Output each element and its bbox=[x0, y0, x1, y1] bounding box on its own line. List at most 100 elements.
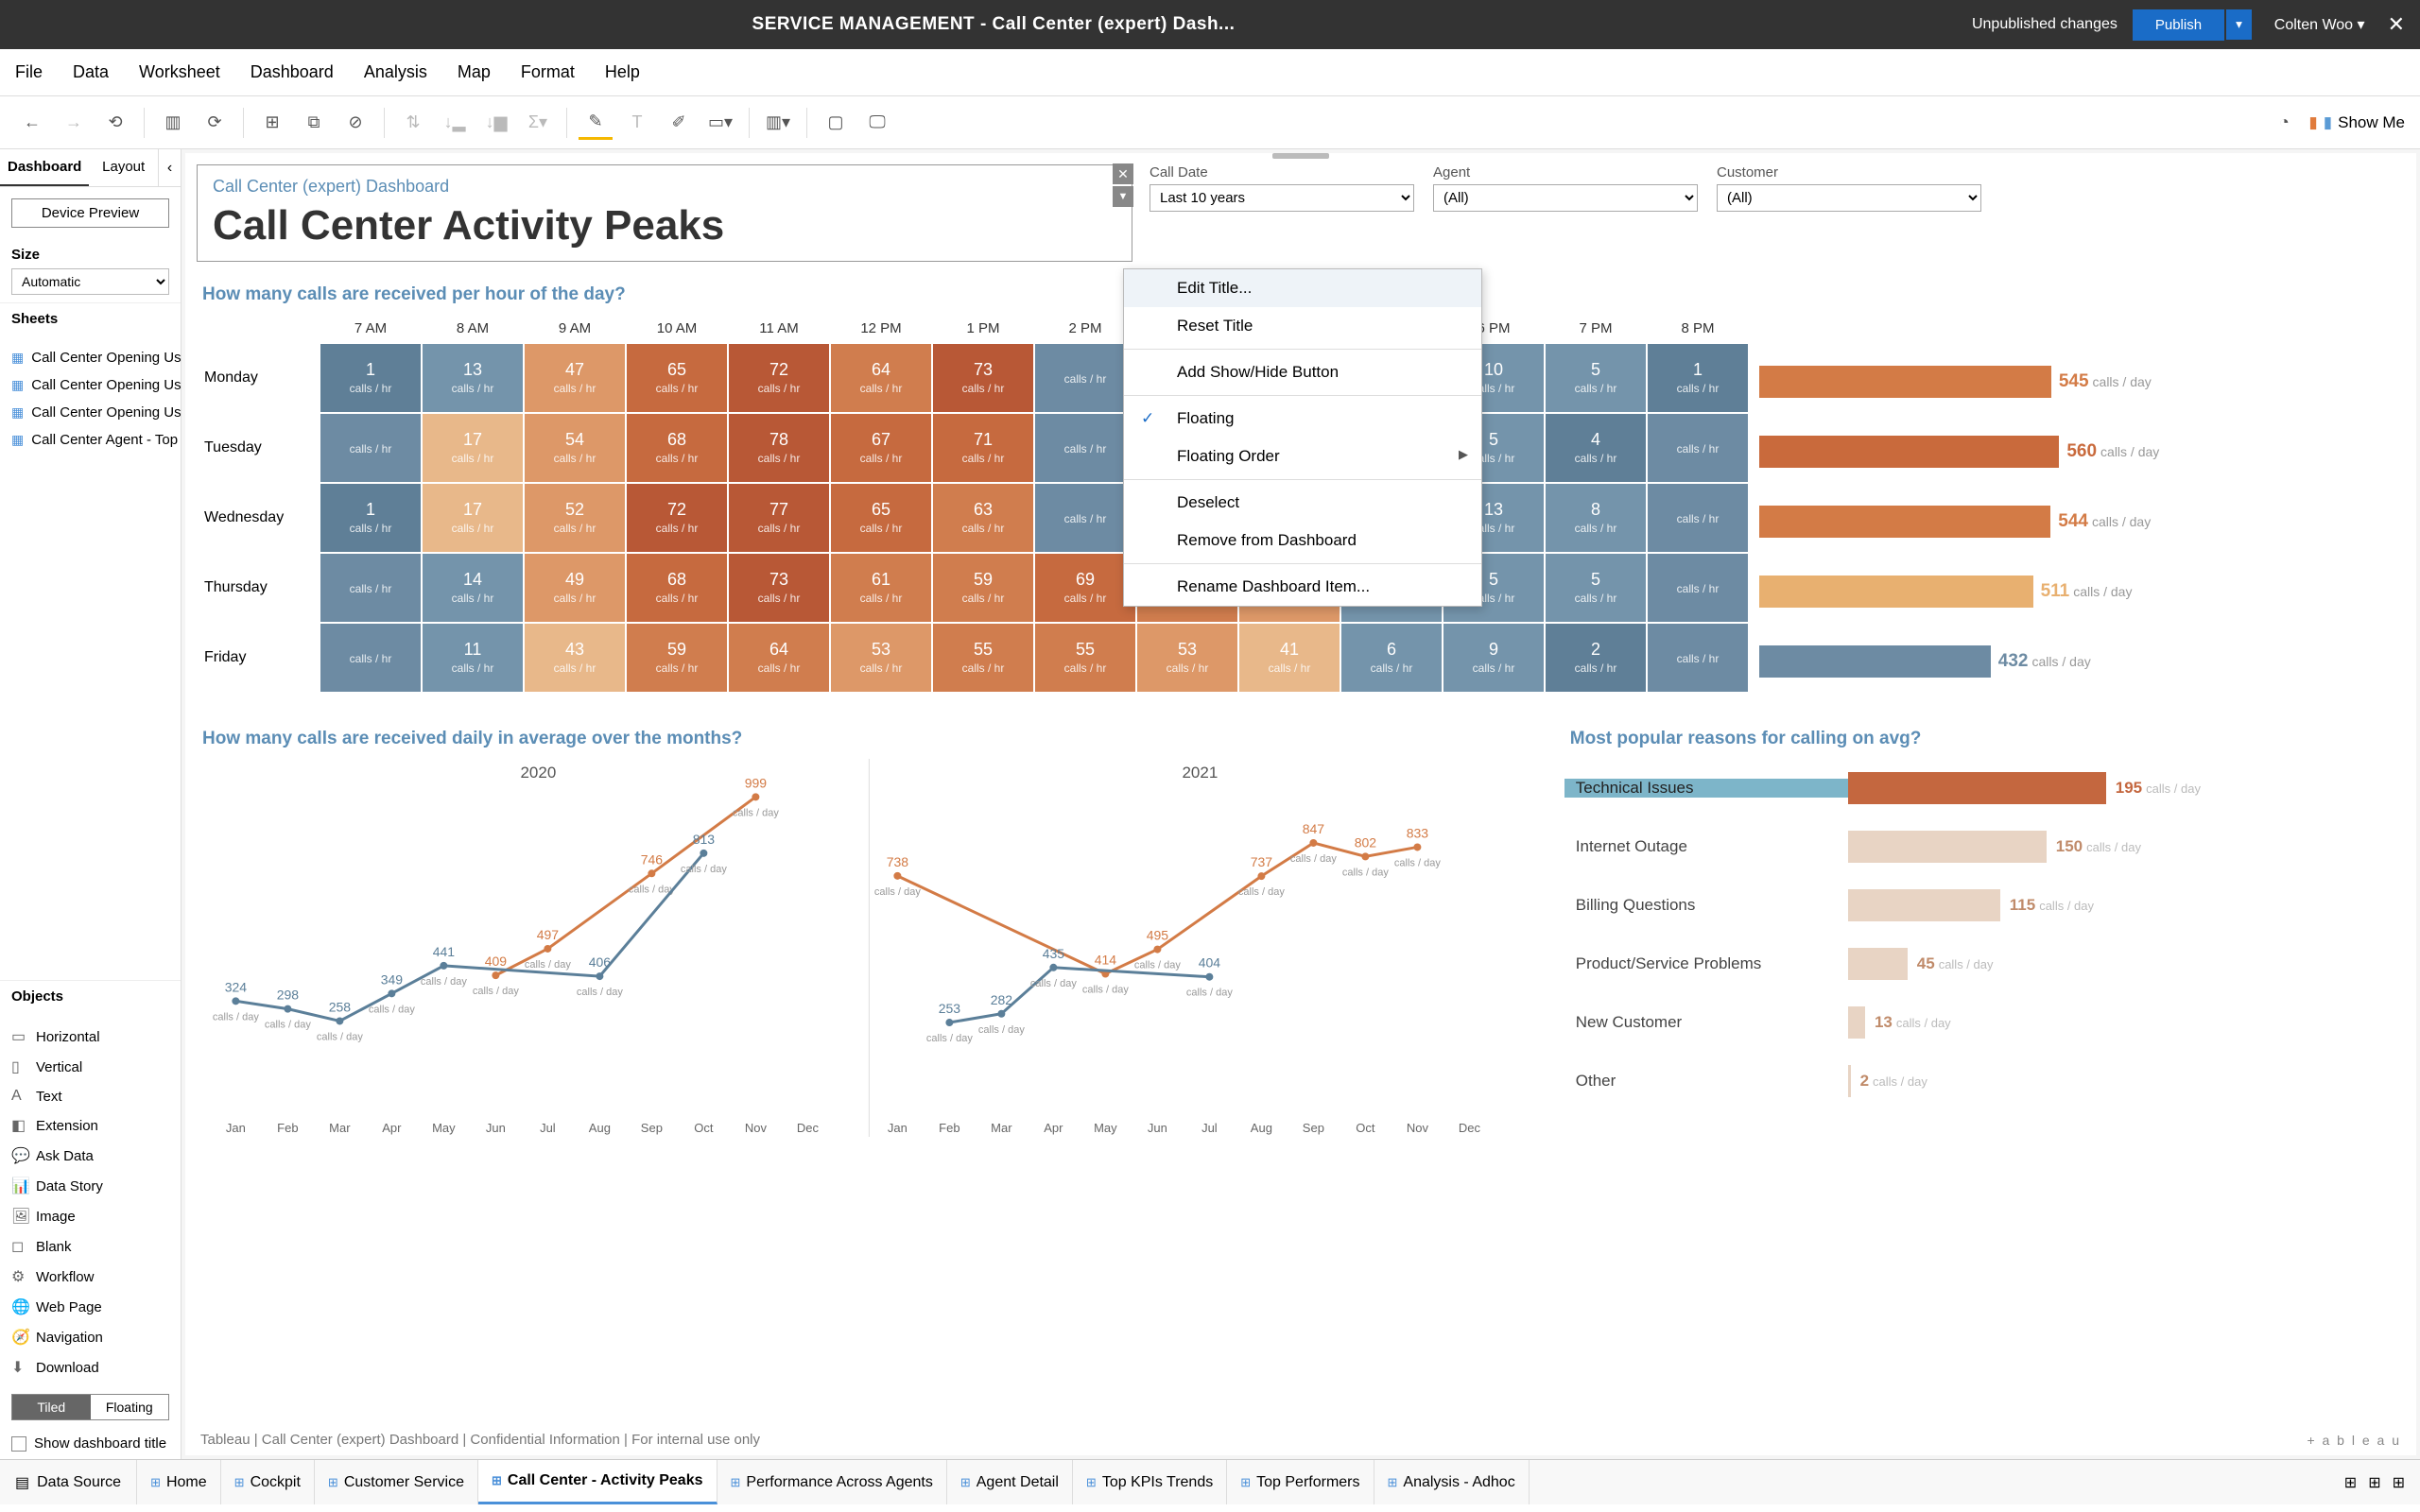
show-title-checkbox[interactable]: Show dashboard title bbox=[0, 1428, 181, 1459]
device-preview-button[interactable]: Device Preview bbox=[11, 198, 169, 228]
menu-item[interactable]: Deselect bbox=[1124, 484, 1481, 522]
cards-icon[interactable]: ▥▾ bbox=[761, 106, 795, 140]
publish-dropdown[interactable]: ▾ bbox=[2226, 9, 2252, 40]
menu-item[interactable]: Reset Title bbox=[1124, 307, 1481, 345]
clear-icon[interactable]: ⊘ bbox=[338, 106, 372, 140]
object-item[interactable]: 🧭Navigation bbox=[0, 1322, 181, 1352]
sort-asc-icon[interactable]: ↓▂ bbox=[438, 106, 472, 140]
svg-text:833: 833 bbox=[1407, 825, 1429, 840]
svg-text:calls / day: calls / day bbox=[978, 1024, 1025, 1036]
sheet-tab[interactable]: ⊞Top Performers bbox=[1227, 1460, 1374, 1504]
sheet-item[interactable]: ▦Call Center Opening Usa... bbox=[0, 371, 181, 399]
svg-text:Jul: Jul bbox=[540, 1121, 556, 1135]
new-data-icon[interactable]: ▥ bbox=[156, 106, 190, 140]
tab-icon: ⊞ bbox=[1086, 1475, 1097, 1490]
object-item[interactable]: 📊Data Story bbox=[0, 1171, 181, 1201]
swap-icon[interactable]: ⇅ bbox=[396, 106, 430, 140]
data-source-tab[interactable]: ▤Data Source bbox=[0, 1460, 137, 1504]
presentation-icon[interactable]: ▢ bbox=[819, 106, 853, 140]
menu-item[interactable]: Edit Title... bbox=[1124, 269, 1481, 307]
floating-button[interactable]: Floating bbox=[91, 1395, 169, 1419]
svg-text:calls / day: calls / day bbox=[926, 1033, 973, 1044]
redo-icon[interactable]: → bbox=[57, 106, 91, 140]
agent-select[interactable]: (All) bbox=[1433, 184, 1698, 212]
new-story-icon[interactable]: ⊞ bbox=[2393, 1473, 2405, 1492]
menu-item[interactable]: Add Show/Hide Button bbox=[1124, 353, 1481, 391]
menu-item[interactable]: Remove from Dashboard bbox=[1124, 522, 1481, 559]
tab-layout[interactable]: Layout bbox=[89, 149, 158, 186]
dropdown-icon[interactable]: ▼ bbox=[1113, 186, 1133, 207]
object-item[interactable]: 🌐Web Page bbox=[0, 1292, 181, 1322]
svg-text:999: 999 bbox=[745, 775, 768, 790]
object-item[interactable]: ▭Horizontal bbox=[0, 1022, 181, 1052]
object-item[interactable]: 🖼Image bbox=[0, 1201, 181, 1231]
object-item[interactable]: ⚙Workflow bbox=[0, 1262, 181, 1292]
title-panel[interactable]: ✕ ▼ Call Center (expert) Dashboard Call … bbox=[197, 164, 1132, 262]
object-item[interactable]: ◻Blank bbox=[0, 1231, 181, 1262]
object-item[interactable]: 💬Ask Data bbox=[0, 1141, 181, 1171]
duplicate-icon[interactable]: ⧉ bbox=[297, 106, 331, 140]
menu-item[interactable]: Rename Dashboard Item... bbox=[1124, 568, 1481, 606]
sheet-tab[interactable]: ⊞Analysis - Adhoc bbox=[1374, 1460, 1530, 1504]
menu-data[interactable]: Data bbox=[73, 62, 109, 82]
object-icon: ▭ bbox=[11, 1027, 28, 1046]
sheet-tab[interactable]: ⊞Customer Service bbox=[315, 1460, 478, 1504]
menu-item[interactable]: Floating Order▶ bbox=[1124, 438, 1481, 475]
user-menu[interactable]: Colten Woo ▾ bbox=[2274, 15, 2365, 34]
toolbar: ← → ⟲ ▥ ⟳ ⊞ ⧉ ⊘ ⇅ ↓▂ ↓▆ Σ▾ ✎ T ✐ ▭▾ ▥▾ ▢… bbox=[0, 96, 2420, 149]
svg-text:May: May bbox=[1094, 1121, 1117, 1135]
sheet-item[interactable]: ▦Call Center Opening Usa... bbox=[0, 344, 181, 371]
publish-button[interactable]: Publish bbox=[2133, 9, 2224, 41]
size-select[interactable]: Automatic bbox=[11, 268, 169, 295]
menu-dashboard[interactable]: Dashboard bbox=[251, 62, 334, 82]
new-sheet-icon[interactable]: ⊞ bbox=[255, 106, 289, 140]
menu-help[interactable]: Help bbox=[605, 62, 640, 82]
sheet-tab[interactable]: ⊞Cockpit bbox=[221, 1460, 315, 1504]
close-icon[interactable]: ✕ bbox=[1113, 163, 1133, 184]
call-date-select[interactable]: Last 10 years bbox=[1150, 184, 1414, 212]
object-item[interactable]: ▯Vertical bbox=[0, 1052, 181, 1082]
sheet-item[interactable]: ▦Call Center Agent - Top a... bbox=[0, 426, 181, 454]
collapse-icon[interactable]: ‹ bbox=[158, 149, 181, 186]
sheet-tab[interactable]: ⊞Call Center - Activity Peaks bbox=[478, 1460, 717, 1504]
highlight-icon[interactable]: ✎ bbox=[579, 106, 613, 140]
sheet-item[interactable]: ▦Call Center Opening Usa... bbox=[0, 399, 181, 426]
svg-text:Feb: Feb bbox=[277, 1121, 298, 1135]
show-me-button[interactable]: ▮▮Show Me bbox=[2308, 113, 2405, 132]
menu-item[interactable]: ✓Floating bbox=[1124, 400, 1481, 438]
tiled-button[interactable]: Tiled bbox=[12, 1395, 91, 1419]
new-tab-icon[interactable]: ⊞ bbox=[2344, 1473, 2357, 1492]
agent-label: Agent bbox=[1433, 164, 1698, 180]
tab-dashboard[interactable]: Dashboard bbox=[0, 149, 89, 186]
drag-handle[interactable] bbox=[1272, 153, 1329, 159]
menu-worksheet[interactable]: Worksheet bbox=[139, 62, 220, 82]
object-item[interactable]: ◧Extension bbox=[0, 1110, 181, 1141]
sort-desc-icon[interactable]: ↓▆ bbox=[479, 106, 513, 140]
undo-icon[interactable]: ← bbox=[15, 106, 49, 140]
sheet-tab[interactable]: ⊞Home bbox=[137, 1460, 221, 1504]
object-item[interactable]: ⬇Download bbox=[0, 1352, 181, 1383]
menu-format[interactable]: Format bbox=[521, 62, 575, 82]
menu-map[interactable]: Map bbox=[458, 62, 491, 82]
close-icon[interactable]: ✕ bbox=[2388, 12, 2405, 37]
refresh-data-icon[interactable]: ⟳ bbox=[198, 106, 232, 140]
labels-icon[interactable]: T bbox=[620, 106, 654, 140]
sheet-tab[interactable]: ⊞Performance Across Agents bbox=[717, 1460, 947, 1504]
svg-text:Nov: Nov bbox=[1407, 1121, 1429, 1135]
titlebar: SERVICE MANAGEMENT - Call Center (expert… bbox=[0, 0, 2420, 49]
sheet-tab[interactable]: ⊞Agent Detail bbox=[947, 1460, 1073, 1504]
object-item[interactable]: AText bbox=[0, 1082, 181, 1110]
device-icon[interactable]: 🖵 bbox=[860, 106, 894, 140]
fit-icon[interactable]: ▭▾ bbox=[703, 106, 737, 140]
guide-icon[interactable]: ◔ bbox=[2267, 106, 2301, 140]
customer-select[interactable]: (All) bbox=[1717, 184, 1981, 212]
menu-analysis[interactable]: Analysis bbox=[364, 62, 427, 82]
svg-text:calls / day: calls / day bbox=[1186, 988, 1233, 999]
sheet-tab[interactable]: ⊞Top KPIs Trends bbox=[1073, 1460, 1227, 1504]
totals-icon[interactable]: Σ▾ bbox=[521, 106, 555, 140]
format-icon[interactable]: ✐ bbox=[662, 106, 696, 140]
sheet-icon: ▦ bbox=[11, 377, 24, 393]
revert-icon[interactable]: ⟲ bbox=[98, 106, 132, 140]
menu-file[interactable]: File bbox=[15, 62, 43, 82]
new-dashboard-icon[interactable]: ⊞ bbox=[2368, 1473, 2380, 1492]
